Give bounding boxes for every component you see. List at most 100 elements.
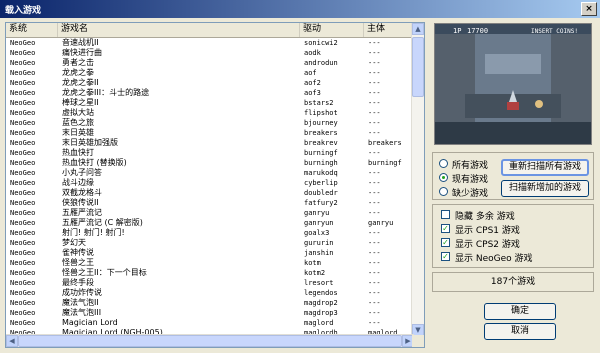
game-preview: 1P 17700 INSERT COINS! [434,23,592,145]
preview-screenshot: 1P 17700 INSERT COINS! [435,24,591,144]
ok-button[interactable]: 确定 [484,303,556,320]
cell-game-name: 热血快打 [62,148,94,157]
cell-game-name: Magician Lord [62,318,118,327]
cell-driver: goalx3 [304,229,330,237]
horizontal-scroll-thumb[interactable] [18,335,402,347]
radio-all-games[interactable] [439,159,448,168]
cell-game-name: 龙虎之拳III：斗士的路途 [62,88,150,97]
table-row[interactable]: NeoGeo 魔法气泡III magdrop3 --- [6,308,414,318]
radio-existing-games-label[interactable]: 现有游戏 [452,172,488,185]
cell-driver: magdrop2 [304,299,338,307]
cell-parent: --- [368,279,381,287]
table-row[interactable]: NeoGeo 射门! 射门! 射门! goalx3 --- [6,228,414,238]
checkbox-show-neogeo-label[interactable]: 显示 NeoGeo 游戏 [455,251,533,264]
cell-game-name: 雀神传说 [62,248,94,257]
radio-all-games-label[interactable]: 所有游戏 [452,158,488,171]
table-row[interactable]: NeoGeo 小丸子问答 marukodq --- [6,168,414,178]
checkbox-show-neogeo[interactable]: ✓ [441,252,450,261]
checkbox-show-cps2-label[interactable]: 显示 CPS2 游戏 [455,237,520,250]
cell-driver: aof2 [304,79,321,87]
table-row[interactable]: NeoGeo 最终手段 lresort --- [6,278,414,288]
table-row[interactable]: NeoGeo 成功炸传说 legendos --- [6,288,414,298]
table-row[interactable]: NeoGeo 末日英雄 breakers --- [6,128,414,138]
cell-system: NeoGeo [10,169,36,177]
table-row[interactable]: NeoGeo 双截龙格斗 doubledr --- [6,188,414,198]
cell-driver: aodk [304,49,321,57]
cell-game-name: 音速战机II [62,38,99,47]
cell-parent: --- [368,259,381,267]
table-row[interactable]: NeoGeo 龙虎之拳II aof2 --- [6,78,414,88]
radio-missing-games[interactable] [439,187,448,196]
filter-group: 隐藏 多余 游戏 ✓ 显示 CPS1 游戏 ✓ 显示 CPS2 游戏 ✓ 显示 … [432,204,594,268]
cell-parent: --- [368,109,381,117]
scroll-thumb[interactable] [412,37,424,97]
cell-system: NeoGeo [10,269,36,277]
column-header-driver[interactable]: 驱动 [300,23,364,37]
cell-driver: bjourney [304,119,338,127]
table-row[interactable]: NeoGeo Magician Lord maglord --- [6,318,414,328]
scroll-left-icon[interactable]: ◀ [6,335,18,347]
cell-parent: --- [368,319,381,327]
table-row[interactable]: NeoGeo 虚拟大站 flipshot --- [6,108,414,118]
cell-parent: --- [368,59,381,67]
cell-system: NeoGeo [10,159,36,167]
checkbox-show-cps2[interactable]: ✓ [441,238,450,247]
game-list[interactable]: 系统 游戏名 驱动 主体 NeoGeo 音速战机II sonicwi2 --- NeoG… [5,22,425,348]
cell-parent: --- [368,299,381,307]
checkbox-show-cps1-label[interactable]: 显示 CPS1 游戏 [455,223,520,236]
cancel-button[interactable]: 取消 [484,323,556,340]
cell-driver: doubledr [304,189,338,197]
table-row[interactable]: NeoGeo 怪兽之王 kotm --- [6,258,414,268]
table-row[interactable]: NeoGeo 勇者之击 androdun --- [6,58,414,68]
cell-game-name: 怪兽之王II：下一个目标 [62,268,147,277]
radio-existing-games[interactable] [439,173,448,182]
cell-parent: --- [368,169,381,177]
column-header-system[interactable]: 系统 [6,23,58,37]
cell-parent: --- [368,189,381,197]
table-row[interactable]: NeoGeo 侠狼传说II fatfury2 --- [6,198,414,208]
checkbox-show-cps1[interactable]: ✓ [441,224,450,233]
table-row[interactable]: NeoGeo 梦幻天 gururin --- [6,238,414,248]
table-row[interactable]: NeoGeo 音速战机II sonicwi2 --- [6,38,414,48]
table-row[interactable]: NeoGeo 龙虎之拳III：斗士的路途 aof3 --- [6,88,414,98]
table-row[interactable]: NeoGeo 雀神传说 janshin --- [6,248,414,258]
cell-driver: legendos [304,289,338,297]
table-row[interactable]: NeoGeo 棒球之星II bstars2 --- [6,98,414,108]
vertical-scrollbar[interactable]: ▲ ▼ [411,23,424,336]
cell-parent: --- [368,239,381,247]
cell-driver: kotm [304,259,321,267]
table-row[interactable]: NeoGeo 痛快进行曲 aodk --- [6,48,414,58]
scroll-up-icon[interactable]: ▲ [412,23,424,35]
table-row[interactable]: NeoGeo 五雁严流记 ganryu --- [6,208,414,218]
cell-game-name: 怪兽之王 [62,258,94,267]
table-row[interactable]: NeoGeo 龙虎之拳 aof --- [6,68,414,78]
horizontal-scrollbar[interactable]: ◀ ▶ [6,334,414,347]
cell-game-name: 魔法气泡II [62,298,99,307]
checkbox-hide-extra[interactable] [441,210,450,219]
cell-parent: --- [368,309,381,317]
cell-driver: maglord [304,319,334,327]
cell-system: NeoGeo [10,229,36,237]
table-row[interactable]: NeoGeo 热血快打 burningf --- [6,148,414,158]
cell-system: NeoGeo [10,189,36,197]
column-header-name[interactable]: 游戏名 [58,23,300,37]
cell-system: NeoGeo [10,149,36,157]
display-mode-group: 所有游戏 现有游戏 缺少游戏 重新扫描所有游戏 扫描新增加的游戏 [432,152,594,200]
table-row[interactable]: NeoGeo 蓝色之旅 bjourney --- [6,118,414,128]
table-row[interactable]: NeoGeo 五雁严流记 (C 解密版) ganryun ganryu [6,218,414,228]
column-header-parent[interactable]: 主体 [364,23,414,37]
checkbox-hide-extra-label[interactable]: 隐藏 多余 游戏 [455,209,515,222]
table-row[interactable]: NeoGeo 魔法气泡II magdrop2 --- [6,298,414,308]
table-row[interactable]: NeoGeo 末日英雄加强版 breakrev breakers [6,138,414,148]
table-row[interactable]: NeoGeo 热血快打 (替换版) burningh burningf [6,158,414,168]
radio-missing-games-label[interactable]: 缺少游戏 [452,186,488,199]
rescan-all-button[interactable]: 重新扫描所有游戏 [501,159,589,176]
table-row[interactable]: NeoGeo 战斗边缘 cyberlip --- [6,178,414,188]
cell-system: NeoGeo [10,139,36,147]
close-button[interactable]: × [581,2,597,16]
table-row[interactable]: NeoGeo 怪兽之王II：下一个目标 kotm2 --- [6,268,414,278]
cell-driver: androdun [304,59,338,67]
scan-new-button[interactable]: 扫描新增加的游戏 [501,180,589,197]
cell-system: NeoGeo [10,39,36,47]
preview-score: 17700 [467,27,488,35]
